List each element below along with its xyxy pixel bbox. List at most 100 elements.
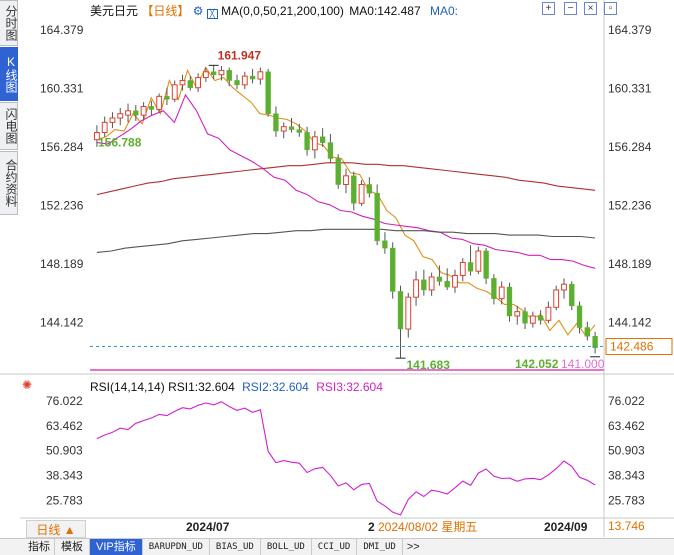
add-box-icon[interactable]: +: [542, 2, 555, 15]
price-tick-left: 148.189: [40, 257, 84, 271]
rsi-extra-label: 13.746: [608, 519, 645, 533]
candle-down: [327, 142, 334, 159]
price-tick-left: 152.236: [40, 199, 84, 213]
ma-orange-line: [96, 66, 596, 338]
ma-toggle-icon[interactable]: ╳: [206, 9, 218, 19]
candle-down: [164, 96, 170, 100]
candle-down: [421, 279, 427, 291]
price-tick-right: 156.284: [608, 140, 652, 154]
candle-up: [109, 117, 116, 123]
candle-up: [514, 311, 521, 317]
tab-cci[interactable]: CCI_UD: [312, 539, 358, 555]
rsi-settings-icon[interactable]: ✺: [22, 378, 32, 392]
candle-up: [358, 183, 365, 204]
candle-down: [483, 250, 489, 279]
tab-boll[interactable]: BOLL_UD: [261, 539, 312, 555]
price-tick-right: 164.379: [608, 23, 652, 37]
tab-templates[interactable]: 模板: [55, 539, 90, 555]
candle-up: [257, 71, 264, 80]
chart-canvas[interactable]: 164.379 164.379 160.331 160.331 156.284 156.2…: [0, 0, 674, 555]
candle-down: [537, 315, 544, 321]
rsi-tick-left: 76.022: [46, 394, 83, 408]
current-price-label: 142.486: [610, 340, 654, 354]
price-tick-left: 160.331: [40, 82, 84, 96]
candle-down: [187, 80, 193, 88]
candle-up: [553, 289, 560, 308]
expand-box-icon[interactable]: ▫: [604, 2, 617, 15]
candle-up: [202, 71, 209, 79]
rsi-tick-right: 63.462: [608, 419, 645, 433]
rsi-title: RSI(14,14,14): [90, 380, 165, 394]
candle-up: [125, 110, 131, 116]
tab-vip-indicators[interactable]: VIP指标: [90, 539, 143, 555]
candle-down: [249, 75, 256, 80]
candle-up: [241, 75, 248, 86]
last-close-label: 142.052: [515, 357, 559, 371]
candle-down: [397, 291, 404, 330]
candle-up: [156, 95, 163, 110]
candle-down: [436, 276, 443, 282]
minus-box-icon[interactable]: −: [564, 2, 577, 15]
candle-up: [117, 113, 124, 119]
candle-down: [491, 278, 497, 299]
candle-up: [218, 69, 225, 76]
more-tabs-button[interactable]: >>: [403, 541, 424, 553]
rsi-tick-left: 50.903: [46, 444, 83, 458]
candle-down: [351, 175, 357, 204]
candle-up: [452, 275, 458, 288]
tab-barupdn[interactable]: BARUPDN_UD: [143, 539, 210, 555]
candle-up: [101, 121, 108, 133]
price-tick-right: 144.142: [608, 316, 652, 330]
candle-up: [171, 84, 178, 100]
rsi-legend: RSI(14,14,14) RSI1:32.604 RSI2:32.604 RS…: [90, 380, 383, 394]
candle-down: [576, 305, 583, 328]
candle-down: [366, 184, 373, 194]
candle-down: [296, 129, 302, 133]
candle-up: [179, 79, 186, 86]
candle-up: [428, 276, 435, 291]
candle-up: [280, 126, 287, 132]
rsi-tick-right: 25.783: [608, 494, 645, 508]
candle-down: [374, 192, 380, 242]
price-tick-left: 156.284: [40, 140, 84, 154]
price-legend: 美元日元 【日线】 ⚙ ╳ MA(0,0,50,21,200,100) MA0:…: [90, 2, 458, 19]
settings-gear-icon[interactable]: ⚙: [193, 4, 204, 18]
bottom-toolbar: 指标 模板 VIP指标 BARUPDN_UD BIAS_UD BOLL_UD C…: [0, 538, 674, 555]
tab-bias[interactable]: BIAS_UD: [210, 539, 261, 555]
price-tick-right: 148.189: [608, 257, 652, 271]
candle-down: [522, 311, 528, 324]
rsi-tick-left: 38.343: [46, 469, 83, 483]
date-label-sep: 2024/09: [544, 520, 588, 534]
period-selector[interactable]: 日线 ▲: [26, 520, 86, 538]
ma0-empty-label: MA0:: [430, 4, 459, 18]
price-tick-left: 144.142: [40, 316, 84, 330]
candle-up: [413, 279, 419, 298]
rsi1-value: RSI1:32.604: [168, 380, 235, 394]
candle-up: [311, 136, 318, 151]
candle-down: [265, 71, 271, 114]
rsi-tick-right: 76.022: [608, 394, 645, 408]
period-text: 【日线】: [141, 4, 190, 18]
symbol-label: 美元日元: [90, 4, 139, 18]
candle-down: [133, 110, 139, 116]
ma-params-label: MA(0,0,50,21,200,100): [221, 4, 344, 18]
rsi-tick-left: 63.462: [46, 419, 83, 433]
candle-down: [288, 126, 295, 130]
date-axis: 2024/07 2 2024/08/02 星期五 2024/09: [186, 520, 588, 534]
candle-down: [148, 106, 155, 110]
candle-down: [319, 136, 326, 143]
candle-down: [382, 240, 388, 249]
candle-up: [475, 250, 482, 272]
candle-up: [459, 262, 466, 277]
min-level-label: 141.000: [561, 357, 605, 371]
candle-up: [545, 306, 552, 321]
tab-dmi[interactable]: DMI_UD: [357, 539, 403, 555]
price-tick-left: 164.379: [40, 23, 84, 37]
cross-box-icon[interactable]: ×: [584, 2, 597, 15]
moving-average-lines: [96, 66, 596, 338]
ma0-value-label: MA0:142.487: [349, 4, 421, 18]
candle-up: [498, 286, 505, 300]
tab-indicators[interactable]: 指标: [0, 539, 55, 555]
candle-up: [343, 175, 349, 185]
candle-down: [390, 247, 396, 292]
